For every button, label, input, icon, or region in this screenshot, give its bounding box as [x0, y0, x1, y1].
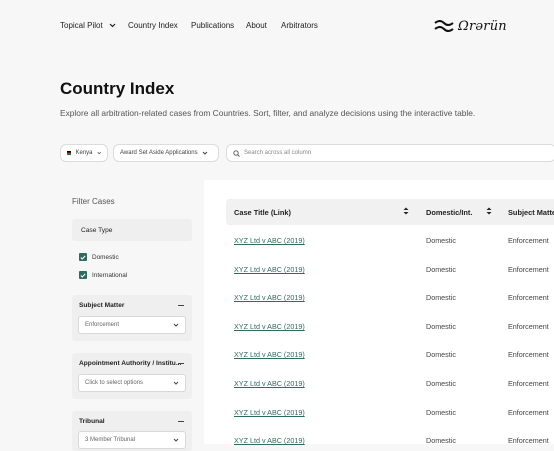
top-nav: Topical Pilot Country Index Publications… — [0, 0, 554, 52]
collapse-minus-icon[interactable] — [178, 421, 184, 422]
subject-matter-cell: Enforcement — [508, 293, 549, 302]
domestic-int-cell: Domestic — [426, 293, 456, 302]
subject-matter-cell: Enforcement — [508, 265, 549, 274]
subject-matter-cell: Enforcement — [508, 322, 549, 331]
kenya-flag-icon — [67, 151, 72, 155]
chevron-down-icon — [173, 438, 179, 442]
subject-matter-select[interactable]: Enforcement — [78, 316, 186, 334]
domestic-int-cell: Domestic — [426, 408, 456, 417]
brand-logo[interactable]: Ωrǝrün — [434, 17, 507, 35]
case-type-select[interactable]: Award Set Aside Applications — [113, 144, 219, 162]
domestic-checkbox[interactable] — [79, 253, 87, 261]
subject-matter-cell: Enforcement — [508, 379, 549, 388]
nav-publications[interactable]: Publications — [191, 21, 234, 30]
case-title-link[interactable]: XYZ Ltd v ABC (2019) — [234, 379, 305, 388]
domestic-int-cell: Domestic — [426, 350, 456, 359]
column-header-case-title[interactable]: Case Title (Link) — [234, 208, 291, 217]
international-checkbox[interactable] — [79, 271, 87, 279]
case-title-link[interactable]: XYZ Ltd v ABC (2019) — [234, 322, 305, 331]
chevron-down-icon — [202, 151, 207, 155]
appointment-select[interactable]: Click to select options — [78, 374, 186, 392]
collapse-minus-icon[interactable] — [178, 363, 184, 364]
case-type-label: Case Type — [81, 227, 113, 234]
tribunal-label: Tribunal — [79, 418, 105, 425]
column-header-subject-matter[interactable]: Subject Matte — [508, 208, 554, 217]
subject-matter-cell: Enforcement — [508, 236, 549, 245]
case-title-link[interactable]: XYZ Ltd v ABC (2019) — [234, 236, 305, 245]
chevron-down-icon — [173, 381, 179, 385]
chevron-down-icon — [173, 323, 179, 327]
case-title-link[interactable]: XYZ Ltd v ABC (2019) — [234, 265, 305, 274]
search-icon — [233, 149, 240, 157]
search-input[interactable]: Search across all column — [226, 144, 554, 162]
nav-country-index[interactable]: Country Index — [128, 21, 178, 30]
subject-matter-cell: Enforcement — [508, 350, 549, 359]
page-subtitle: Explore all arbitration-related cases fr… — [60, 108, 476, 118]
domestic-int-cell: Domestic — [426, 265, 456, 274]
appointment-label: Appointment Authority / Institu... — [79, 360, 182, 367]
column-header-domestic-int[interactable]: Domestic/Int. — [426, 208, 472, 217]
search-placeholder: Search across all column — [244, 150, 312, 156]
subject-matter-label: Subject Matter — [79, 302, 125, 309]
domestic-int-cell: Domestic — [426, 322, 456, 331]
nav-arbitrators[interactable]: Arbitrators — [281, 21, 318, 30]
international-label: International — [92, 272, 128, 279]
case-title-link[interactable]: XYZ Ltd v ABC (2019) — [234, 293, 305, 302]
chevron-down-icon — [96, 151, 101, 155]
collapse-minus-icon[interactable] — [178, 305, 184, 306]
case-title-link[interactable]: XYZ Ltd v ABC (2019) — [234, 350, 305, 359]
filter-panel-title: Filter Cases — [72, 197, 115, 206]
tribunal-value: 3 Member Tribunal — [85, 437, 136, 443]
sort-icon[interactable] — [403, 207, 409, 215]
tribunal-select[interactable]: 3 Member Tribunal — [78, 431, 186, 449]
domestic-label: Domestic — [92, 254, 119, 261]
logo-text: Ωrǝrün — [458, 18, 507, 34]
page-title: Country Index — [60, 79, 175, 98]
appointment-placeholder: Click to select options — [85, 380, 144, 386]
case-title-link[interactable]: XYZ Ltd v ABC (2019) — [234, 408, 305, 417]
case-type-select-value: Award Set Aside Applications — [120, 150, 198, 156]
sort-icon[interactable] — [486, 207, 492, 215]
chevron-down-icon — [109, 23, 116, 28]
logo-mark-icon — [434, 20, 454, 32]
country-select[interactable]: Kenya — [60, 144, 108, 162]
nav-topical-pilot-label: Topical Pilot — [60, 21, 103, 30]
subject-matter-value: Enforcement — [85, 322, 120, 328]
domestic-int-cell: Domestic — [426, 379, 456, 388]
checkmark-icon — [80, 273, 86, 278]
subject-matter-cell: Enforcement — [508, 408, 549, 417]
checkmark-icon — [80, 255, 86, 260]
nav-about[interactable]: About — [246, 21, 267, 30]
domestic-int-cell: Domestic — [426, 236, 456, 245]
country-select-value: Kenya — [75, 150, 93, 156]
nav-topical-pilot[interactable]: Topical Pilot — [60, 21, 116, 30]
